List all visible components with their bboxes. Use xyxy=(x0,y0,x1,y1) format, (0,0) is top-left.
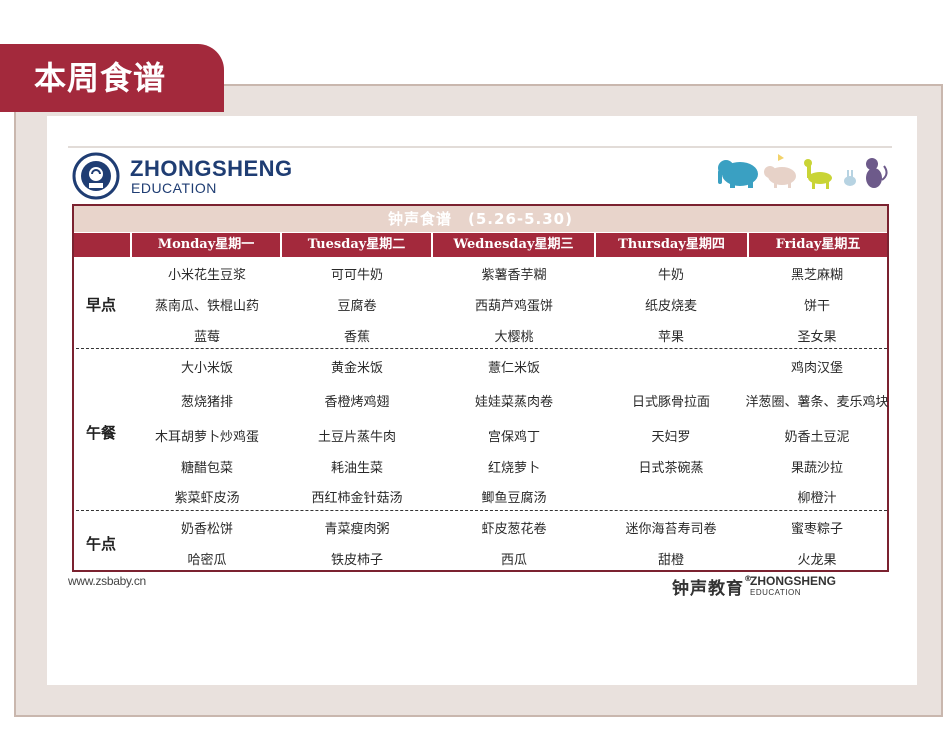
menu-cell: 耗油生菜 xyxy=(330,461,383,476)
menu-title: 钟声食谱 (5.26-5.30) xyxy=(74,206,887,232)
giraffe-icon xyxy=(804,159,832,189)
website-url: www.zsbaby.cn xyxy=(68,574,146,588)
logo-subtitle: EDUCATION xyxy=(131,180,217,196)
menu-cell: 豆腐卷 xyxy=(337,299,377,314)
menu-cell: 蒸南瓜、铁棍山药 xyxy=(154,299,259,314)
logo-name: ZHONGSHENG xyxy=(130,156,293,181)
footer-brand-cn: 钟声教育® xyxy=(672,574,753,599)
footer-brand-en-sub: EDUCATION xyxy=(750,588,802,597)
menu-cell: 黑芝麻糊 xyxy=(790,268,843,283)
menu-cell: 苹果 xyxy=(657,330,684,345)
menu-cell: 奶香松饼 xyxy=(180,522,233,537)
menu-cell: 葱烧猪排 xyxy=(180,395,233,410)
brand-name: 钟声教育 xyxy=(672,579,744,599)
section-tab-title: 本周食谱 xyxy=(34,59,167,97)
meal-label-lunch: 午餐 xyxy=(86,424,117,442)
day-header: Tuesday星期二 xyxy=(282,233,433,257)
section-divider xyxy=(76,510,887,511)
monkey-icon xyxy=(866,158,888,188)
menu-cell: 青菜瘦肉粥 xyxy=(324,522,390,537)
menu-cell: 圣女果 xyxy=(797,330,837,345)
day-header: Thursday星期四 xyxy=(596,233,747,257)
menu-cell: 哈密瓜 xyxy=(187,553,227,568)
menu-cell: 奶香土豆泥 xyxy=(784,430,850,445)
menu-cell: 蜜枣粽子 xyxy=(790,522,843,537)
menu-cell: 土豆片蒸牛肉 xyxy=(317,430,396,445)
menu-cell: 大樱桃 xyxy=(494,330,534,345)
menu-cell: 鲫鱼豆腐汤 xyxy=(481,491,547,506)
menu-cell: 迷你海苔寿司卷 xyxy=(625,522,717,537)
school-emblem-icon xyxy=(72,152,120,200)
menu-cell: 鸡肉汉堡 xyxy=(790,361,843,376)
weekly-menu-table: 钟声食谱 (5.26-5.30) Monday星期一 Tuesday星期二 We… xyxy=(72,204,889,572)
menu-cell: 果蔬沙拉 xyxy=(790,461,843,476)
menu-cell: 紫薯香芋糊 xyxy=(481,268,547,283)
meal-label-breakfast: 早点 xyxy=(86,296,117,314)
menu-cell: 薏仁米饭 xyxy=(487,361,540,376)
menu-cell: 日式茶碗蒸 xyxy=(638,461,704,476)
menu-cell: 糖醋包菜 xyxy=(180,461,233,476)
rabbit-icon xyxy=(844,170,856,186)
menu-cell: 紫菜虾皮汤 xyxy=(174,491,240,506)
menu-cell: 西红柿金针菇汤 xyxy=(311,491,403,506)
menu-cell: 柳橙汁 xyxy=(797,491,837,506)
menu-cell: 日式豚骨拉面 xyxy=(631,395,710,410)
menu-cell: 天妇罗 xyxy=(651,430,691,445)
menu-cell: 西葫芦鸡蛋饼 xyxy=(474,299,553,314)
pig-icon xyxy=(764,166,796,188)
card-top-divider xyxy=(68,146,892,148)
menu-cell: 铁皮柿子 xyxy=(330,553,383,568)
day-header: Friday星期五 xyxy=(747,233,887,257)
menu-cell: 娃娃菜蒸肉卷 xyxy=(474,395,553,410)
bird-icon xyxy=(778,154,784,161)
section-divider xyxy=(76,348,887,349)
elephant-icon xyxy=(718,160,758,188)
day-header: Wednesday星期三 xyxy=(433,233,596,257)
menu-cell: 可可牛奶 xyxy=(330,268,383,283)
menu-cell: 洋葱圈、薯条、麦乐鸡块 xyxy=(745,395,889,410)
menu-cell: 火龙果 xyxy=(797,553,837,568)
menu-cell: 纸皮烧麦 xyxy=(644,299,697,314)
menu-cell: 虾皮葱花卷 xyxy=(481,522,547,537)
menu-cell: 香蕉 xyxy=(343,330,370,345)
menu-cell: 甜橙 xyxy=(657,553,684,568)
menu-cell: 宫保鸡丁 xyxy=(487,430,540,445)
menu-cell: 西瓜 xyxy=(500,553,527,568)
menu-cell: 大小米饭 xyxy=(180,361,233,376)
meal-label-snack: 午点 xyxy=(86,535,117,553)
menu-cell: 红烧萝卜 xyxy=(487,461,540,476)
menu-cell: 小米花生豆浆 xyxy=(167,268,246,283)
menu-cell: 牛奶 xyxy=(657,268,684,283)
menu-cell: 香橙烤鸡翅 xyxy=(324,395,390,410)
footer-brand-en: ZHONGSHENG xyxy=(750,574,837,588)
menu-cell: 黄金米饭 xyxy=(330,361,383,376)
menu-cell: 木耳胡萝卜炒鸡蛋 xyxy=(154,430,259,445)
header-corner xyxy=(74,233,132,257)
day-header: Monday星期一 xyxy=(132,233,282,257)
animals-decoration-icon xyxy=(718,154,888,189)
menu-cell: 饼干 xyxy=(803,299,830,314)
menu-cell: 蓝莓 xyxy=(193,330,220,345)
